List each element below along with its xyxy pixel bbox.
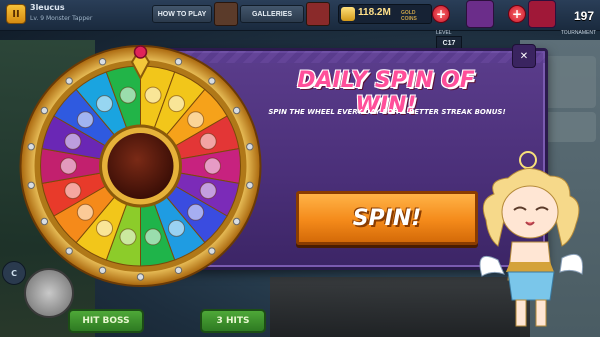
wheel-stud xyxy=(98,266,107,275)
gem-icon xyxy=(528,0,556,28)
wing-icon xyxy=(559,254,584,275)
wheel-stud xyxy=(40,106,49,115)
feather-icon xyxy=(64,132,82,150)
chest-icon xyxy=(60,157,77,175)
wheel-stud xyxy=(232,217,241,226)
book-icon[interactable] xyxy=(214,2,238,26)
crown-icon xyxy=(187,111,205,129)
wheel-hub xyxy=(107,133,174,199)
gold-value: 118.2M xyxy=(358,7,391,18)
wheel-stud xyxy=(246,143,254,151)
top-bar: II 3leucus Lv. 9 Monster Tapper HOW TO P… xyxy=(0,0,600,31)
wheel-stud xyxy=(208,247,216,255)
galleries-button[interactable]: GALLERIES xyxy=(240,5,304,23)
pointer-gem xyxy=(133,45,148,59)
wheel-stud xyxy=(65,247,73,255)
coin-icon xyxy=(96,95,113,113)
gem-cluster-icon xyxy=(119,228,137,246)
character-belt xyxy=(506,262,554,272)
modal-subtitle: SPIN THE WHEEL EVERY DAY FOR A BETTER ST… xyxy=(268,108,506,116)
pause-button[interactable]: II xyxy=(6,4,26,24)
wheel-stud xyxy=(136,273,145,281)
leaf-icon xyxy=(144,86,162,104)
potion-icon xyxy=(199,182,217,200)
character-mouth xyxy=(525,221,535,226)
add-gold-button[interactable]: + xyxy=(432,5,450,23)
angel-icon xyxy=(119,86,137,104)
gold-label: GOLD COINS xyxy=(401,10,417,22)
player-name: 3leucus xyxy=(30,3,65,12)
character-skirt xyxy=(507,271,555,301)
gold-pile-icon xyxy=(168,219,185,237)
notice-icon[interactable] xyxy=(306,2,330,26)
wheel-stud xyxy=(174,57,183,66)
bottom-action-button[interactable]: 3 HITS xyxy=(200,309,266,333)
wheel-stud xyxy=(246,181,254,189)
tournament-caption: TOURNAMENT xyxy=(560,30,596,36)
angel-girl-character xyxy=(479,151,584,327)
player-rank: Lv. 9 Monster Tapper xyxy=(30,15,93,22)
wheel-stud xyxy=(27,181,35,189)
prize-wheel-graphic xyxy=(19,45,262,287)
bottom-action-button[interactable]: HIT BOSS xyxy=(68,309,144,333)
how-to-play-button[interactable]: HOW TO PLAY xyxy=(152,5,212,23)
character-leg xyxy=(515,299,527,327)
wheel-stud xyxy=(65,77,73,85)
wheel-stud xyxy=(232,106,241,115)
wing-icon xyxy=(204,157,221,175)
character-leg xyxy=(535,299,547,327)
gold-bag-icon xyxy=(168,95,185,113)
gold-counter: 118.2M GOLD COINS xyxy=(338,4,432,24)
drop-icon xyxy=(96,219,113,237)
trophy-icon[interactable] xyxy=(466,0,494,28)
add-gem-button[interactable]: + xyxy=(508,5,526,23)
prize-wheel[interactable] xyxy=(18,42,263,287)
halo-icon xyxy=(519,151,537,169)
close-icon[interactable]: ✕ xyxy=(512,44,536,68)
wheel-stud xyxy=(40,217,49,226)
boots-icon xyxy=(76,111,94,129)
gem-count: 197 xyxy=(573,9,594,23)
character-face xyxy=(501,185,559,239)
wheel-stud xyxy=(98,57,107,66)
wheel-stud xyxy=(27,143,35,151)
gold-coin-icon xyxy=(341,7,355,21)
ring-icon xyxy=(199,132,217,150)
monster-portrait[interactable] xyxy=(24,268,74,318)
necklace-icon xyxy=(64,182,82,200)
mask-icon xyxy=(144,228,162,246)
spin-button-label: SPIN! xyxy=(352,205,422,231)
sword-icon xyxy=(187,203,205,221)
spin-button[interactable]: SPIN! xyxy=(296,191,478,245)
level-badge[interactable]: C xyxy=(2,261,26,285)
wheel-stud xyxy=(208,77,216,85)
shell-icon xyxy=(76,203,94,221)
wheel-stud xyxy=(174,266,183,275)
wing-icon xyxy=(479,256,505,277)
